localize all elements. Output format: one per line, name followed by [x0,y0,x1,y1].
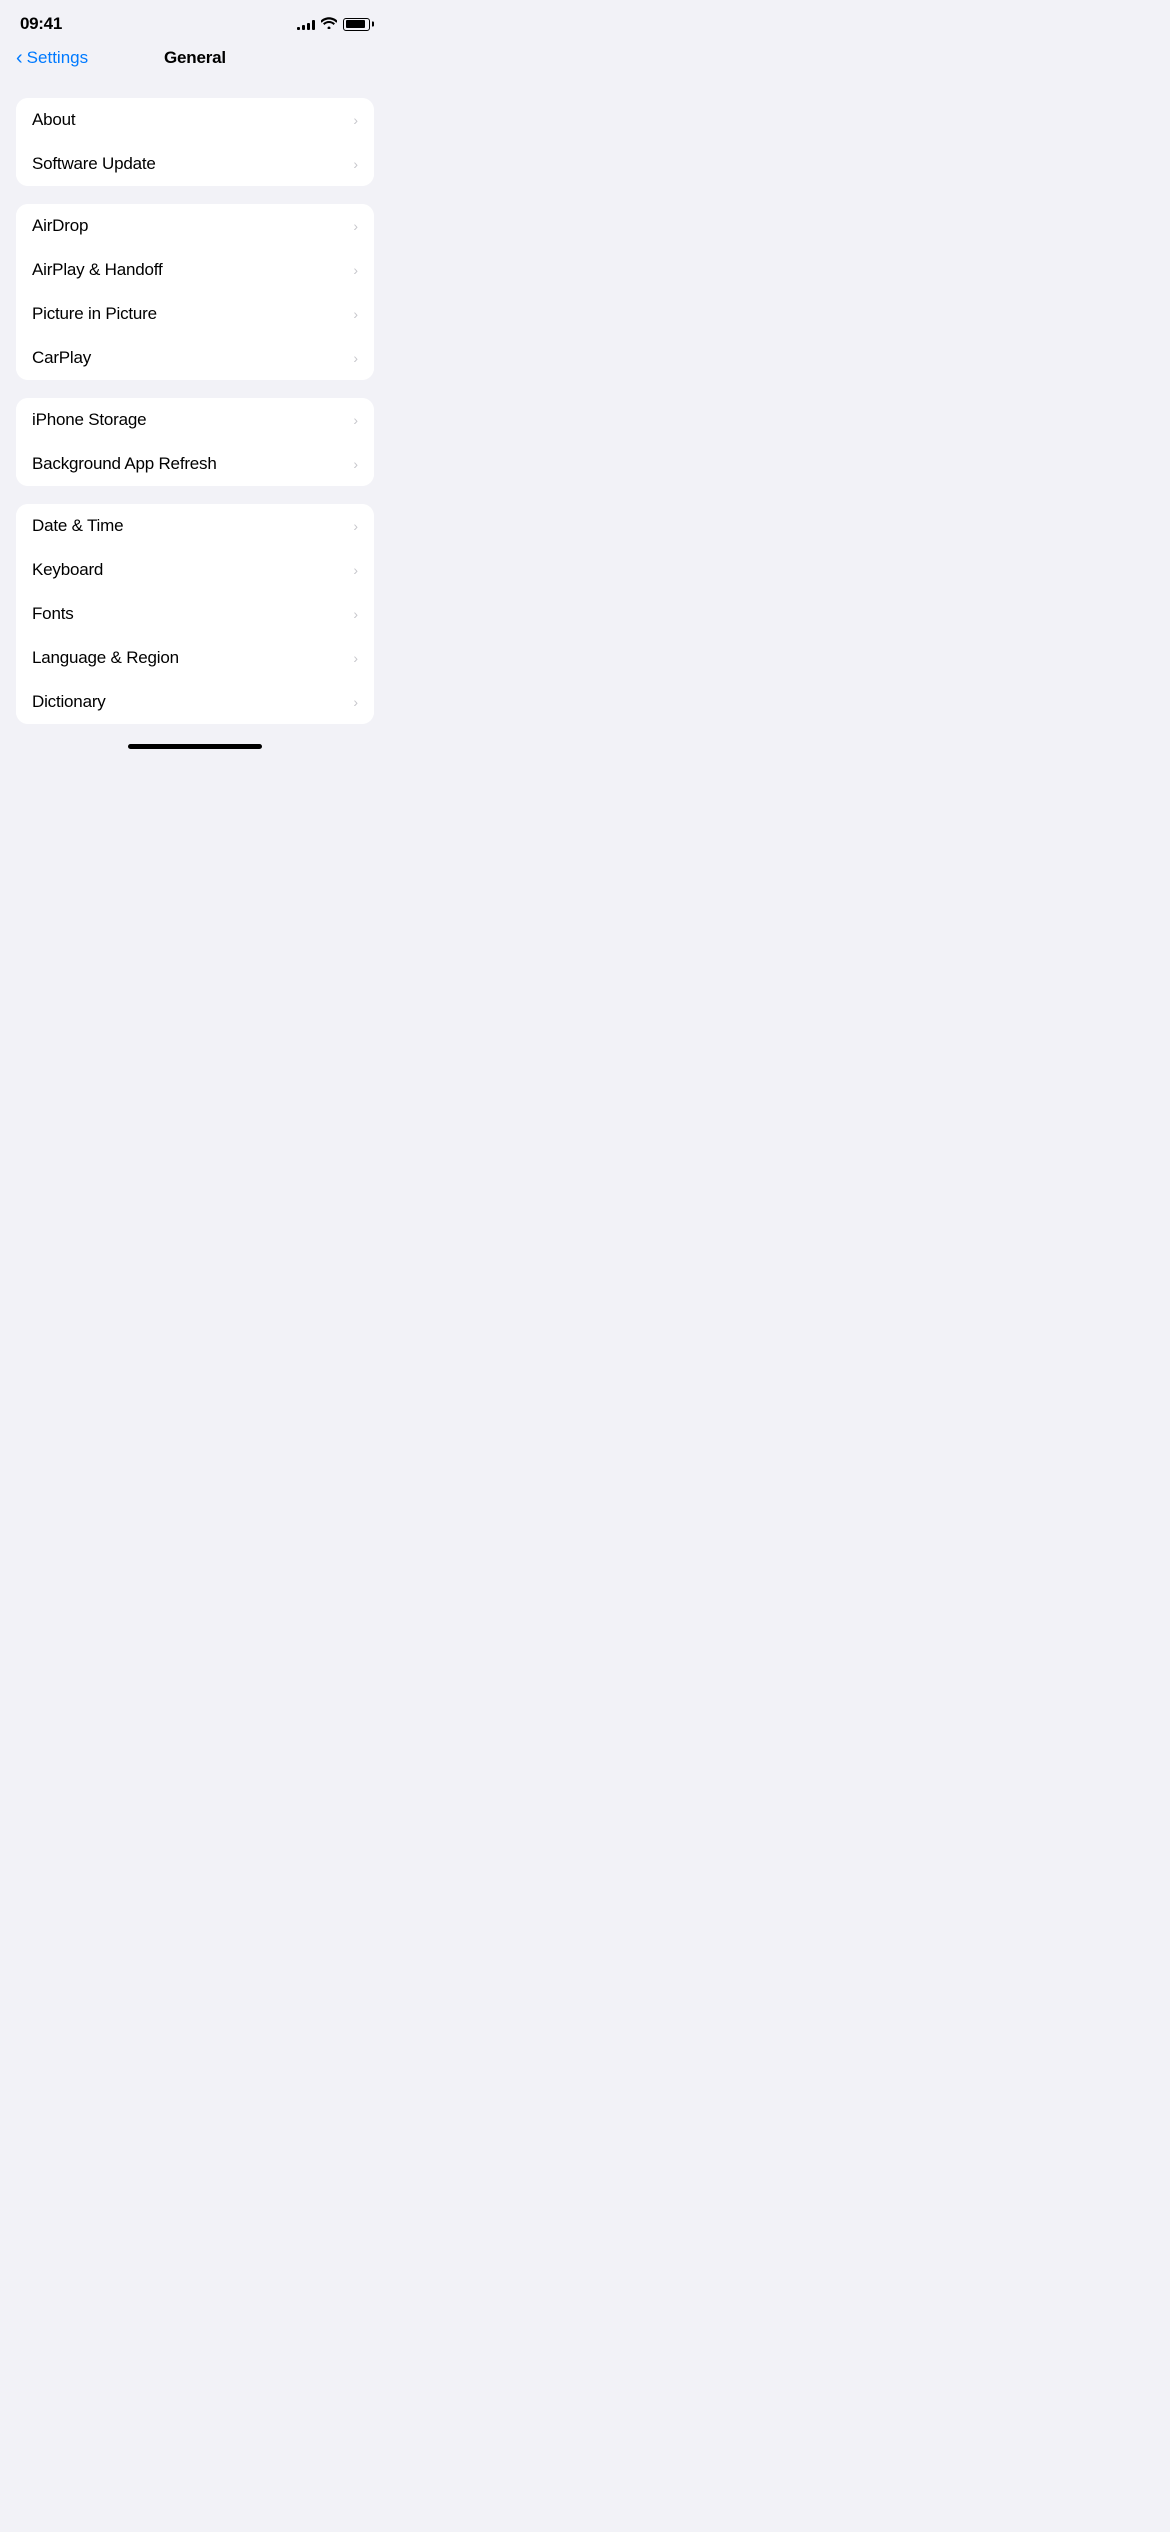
section-device-info: About › Software Update › [16,98,374,186]
section-language-input: Date & Time › Keyboard › Fonts › Languag… [16,504,374,724]
item-label-fonts: Fonts [32,604,74,624]
back-chevron-icon: ‹ [16,48,23,68]
item-label-date-time: Date & Time [32,516,123,536]
list-item-picture-in-picture[interactable]: Picture in Picture › [16,292,374,336]
item-label-carplay: CarPlay [32,348,91,368]
home-bar [128,744,262,749]
page-title: General [164,48,226,68]
list-item-software-update[interactable]: Software Update › [16,142,374,186]
section-connectivity: AirDrop › AirPlay & Handoff › Picture in… [16,204,374,380]
chevron-icon-fonts: › [353,606,358,622]
chevron-icon-picture-in-picture: › [353,306,358,322]
chevron-icon-carplay: › [353,350,358,366]
back-button[interactable]: ‹ Settings [16,48,88,68]
chevron-icon-date-time: › [353,518,358,534]
chevron-icon-background-app-refresh: › [353,456,358,472]
list-item-about[interactable]: About › [16,98,374,142]
back-label: Settings [27,48,88,68]
list-item-date-time[interactable]: Date & Time › [16,504,374,548]
list-item-background-app-refresh[interactable]: Background App Refresh › [16,442,374,486]
list-item-carplay[interactable]: CarPlay › [16,336,374,380]
wifi-icon [321,17,337,32]
status-icons [297,17,370,32]
item-label-language-region: Language & Region [32,648,179,668]
chevron-icon-airdrop: › [353,218,358,234]
list-item-dictionary[interactable]: Dictionary › [16,680,374,724]
item-label-software-update: Software Update [32,154,156,174]
list-item-airdrop[interactable]: AirDrop › [16,204,374,248]
item-label-dictionary: Dictionary [32,692,106,712]
chevron-icon-software-update: › [353,156,358,172]
home-indicator [0,736,390,757]
item-label-background-app-refresh: Background App Refresh [32,454,217,474]
list-item-language-region[interactable]: Language & Region › [16,636,374,680]
chevron-icon-iphone-storage: › [353,412,358,428]
list-item-keyboard[interactable]: Keyboard › [16,548,374,592]
chevron-icon-language-region: › [353,650,358,666]
item-label-iphone-storage: iPhone Storage [32,410,146,430]
battery-icon [343,18,370,31]
item-label-airplay-handoff: AirPlay & Handoff [32,260,162,280]
section-storage: iPhone Storage › Background App Refresh … [16,398,374,486]
item-label-picture-in-picture: Picture in Picture [32,304,157,324]
status-time: 09:41 [20,14,62,34]
item-label-keyboard: Keyboard [32,560,103,580]
item-label-about: About [32,110,75,130]
signal-icon [297,18,315,30]
nav-header: ‹ Settings General [0,40,390,80]
chevron-icon-about: › [353,112,358,128]
list-item-iphone-storage[interactable]: iPhone Storage › [16,398,374,442]
status-bar: 09:41 [0,0,390,40]
list-item-airplay-handoff[interactable]: AirPlay & Handoff › [16,248,374,292]
chevron-icon-keyboard: › [353,562,358,578]
chevron-icon-airplay-handoff: › [353,262,358,278]
chevron-icon-dictionary: › [353,694,358,710]
item-label-airdrop: AirDrop [32,216,88,236]
list-item-fonts[interactable]: Fonts › [16,592,374,636]
